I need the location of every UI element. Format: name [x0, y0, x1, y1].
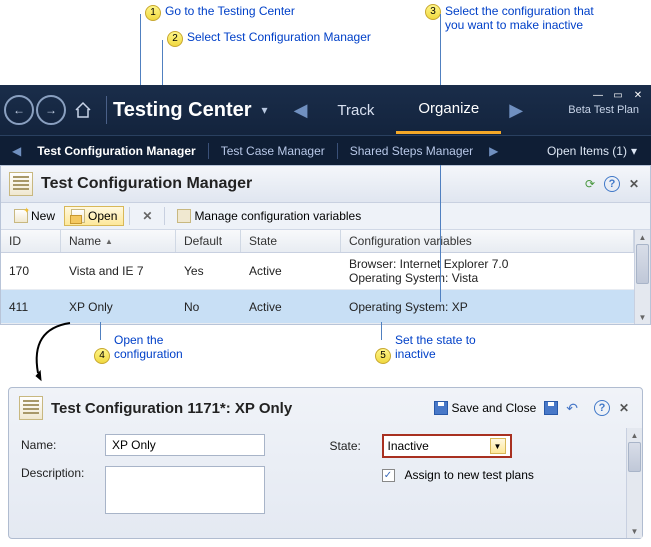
open-icon: [71, 209, 85, 223]
scroll-up-icon[interactable]: ▲: [627, 428, 642, 442]
chevron-right-icon[interactable]: ▶: [485, 144, 502, 158]
config-editor-panel: Test Configuration 1171*: XP Only Save a…: [8, 387, 643, 539]
document-icon: [9, 172, 33, 196]
scroll-down-icon[interactable]: ▼: [635, 310, 650, 324]
undo-icon: ↶: [566, 400, 578, 417]
refresh-icon[interactable]: ⟳: [582, 176, 598, 192]
sort-asc-icon: ▲: [105, 237, 113, 246]
scrollbar[interactable]: ▲ ▼: [626, 428, 642, 538]
minimize-icon[interactable]: —: [591, 89, 605, 101]
home-icon[interactable]: [70, 97, 96, 123]
manage-vars-button[interactable]: Manage configuration variables: [170, 206, 368, 226]
col-id[interactable]: ID: [1, 230, 61, 252]
app-title[interactable]: Testing Center: [113, 99, 252, 122]
chevron-down-icon: ▼: [490, 438, 506, 454]
config-manager-panel: Test Configuration Manager ⟳ ? ✕ New Ope…: [0, 165, 651, 325]
help-icon[interactable]: ?: [594, 400, 610, 416]
scroll-thumb[interactable]: [636, 244, 649, 284]
scroll-thumb[interactable]: [628, 442, 641, 472]
subnav-steps-manager[interactable]: Shared Steps Manager: [338, 144, 485, 158]
new-icon: [14, 209, 28, 223]
name-label: Name:: [21, 438, 95, 452]
save-and-close-button[interactable]: Save and Close: [430, 399, 541, 417]
description-field[interactable]: [105, 466, 265, 514]
assign-label: Assign to new test plans: [405, 468, 534, 482]
table-row[interactable]: 411 XP Only No Active Operating System: …: [1, 290, 634, 324]
subnav-config-manager[interactable]: Test Configuration Manager: [25, 144, 207, 158]
scrollbar[interactable]: ▲ ▼: [634, 230, 650, 324]
undo-button[interactable]: ↶: [562, 398, 582, 419]
chevron-right-icon[interactable]: ▶: [501, 100, 531, 121]
subnav-case-manager[interactable]: Test Case Manager: [209, 144, 337, 158]
col-default[interactable]: Default: [176, 230, 241, 252]
close-icon[interactable]: ✕: [616, 400, 632, 416]
maximize-icon[interactable]: ▭: [611, 89, 625, 101]
tab-organize[interactable]: Organize: [396, 86, 501, 134]
delete-button[interactable]: ✕: [135, 206, 159, 226]
close-icon[interactable]: ✕: [631, 89, 645, 101]
save-button[interactable]: [540, 399, 562, 417]
callout-3-text: Select the configuration that you want t…: [445, 4, 594, 32]
forward-button[interactable]: →: [36, 95, 66, 125]
back-button[interactable]: ←: [4, 95, 34, 125]
col-name[interactable]: Name▲: [61, 230, 176, 252]
state-dropdown[interactable]: Inactive ▼: [382, 434, 512, 458]
app-window: — ▭ ✕ ← → Testing Center ▾ ◀ Track Organ…: [0, 85, 651, 165]
chevron-left-icon[interactable]: ◀: [286, 100, 316, 121]
callout-2-text: Select Test Configuration Manager: [187, 30, 371, 44]
state-label: State:: [330, 439, 372, 453]
assign-checkbox[interactable]: ✓: [382, 469, 395, 482]
col-cvars[interactable]: Configuration variables: [341, 230, 634, 252]
open-items-link[interactable]: Open Items (1) ▾: [541, 144, 643, 158]
delete-icon: ✕: [142, 209, 152, 223]
callout-4-text: Open the configuration: [114, 333, 214, 361]
description-label: Description:: [21, 466, 95, 480]
tab-track[interactable]: Track: [315, 88, 396, 133]
variables-icon: [177, 209, 191, 223]
chevron-down-icon[interactable]: ▾: [262, 103, 268, 117]
chevron-left-icon[interactable]: ◀: [8, 144, 25, 158]
flow-arrow-icon: [20, 319, 90, 389]
config-grid: ID Name▲ Default State Configuration var…: [1, 230, 634, 324]
callout-1-text: Go to the Testing Center: [165, 4, 295, 18]
test-plan-label[interactable]: Beta Test Plan: [568, 104, 639, 116]
callout-5-text: Set the state to inactive: [395, 333, 505, 361]
save-icon: [434, 401, 448, 415]
col-state[interactable]: State: [241, 230, 341, 252]
name-field[interactable]: [105, 434, 265, 456]
editor-title: Test Configuration 1171*: XP Only: [51, 400, 430, 417]
save-icon: [544, 401, 558, 415]
scroll-up-icon[interactable]: ▲: [635, 230, 650, 244]
open-button[interactable]: Open: [64, 206, 124, 226]
help-icon[interactable]: ?: [604, 176, 620, 192]
scroll-down-icon[interactable]: ▼: [627, 524, 642, 538]
close-icon[interactable]: ✕: [626, 176, 642, 192]
document-icon: [19, 396, 43, 420]
table-row[interactable]: 170 Vista and IE 7 Yes Active Browser: I…: [1, 253, 634, 290]
panel-title: Test Configuration Manager: [41, 175, 576, 193]
new-button[interactable]: New: [7, 206, 62, 226]
